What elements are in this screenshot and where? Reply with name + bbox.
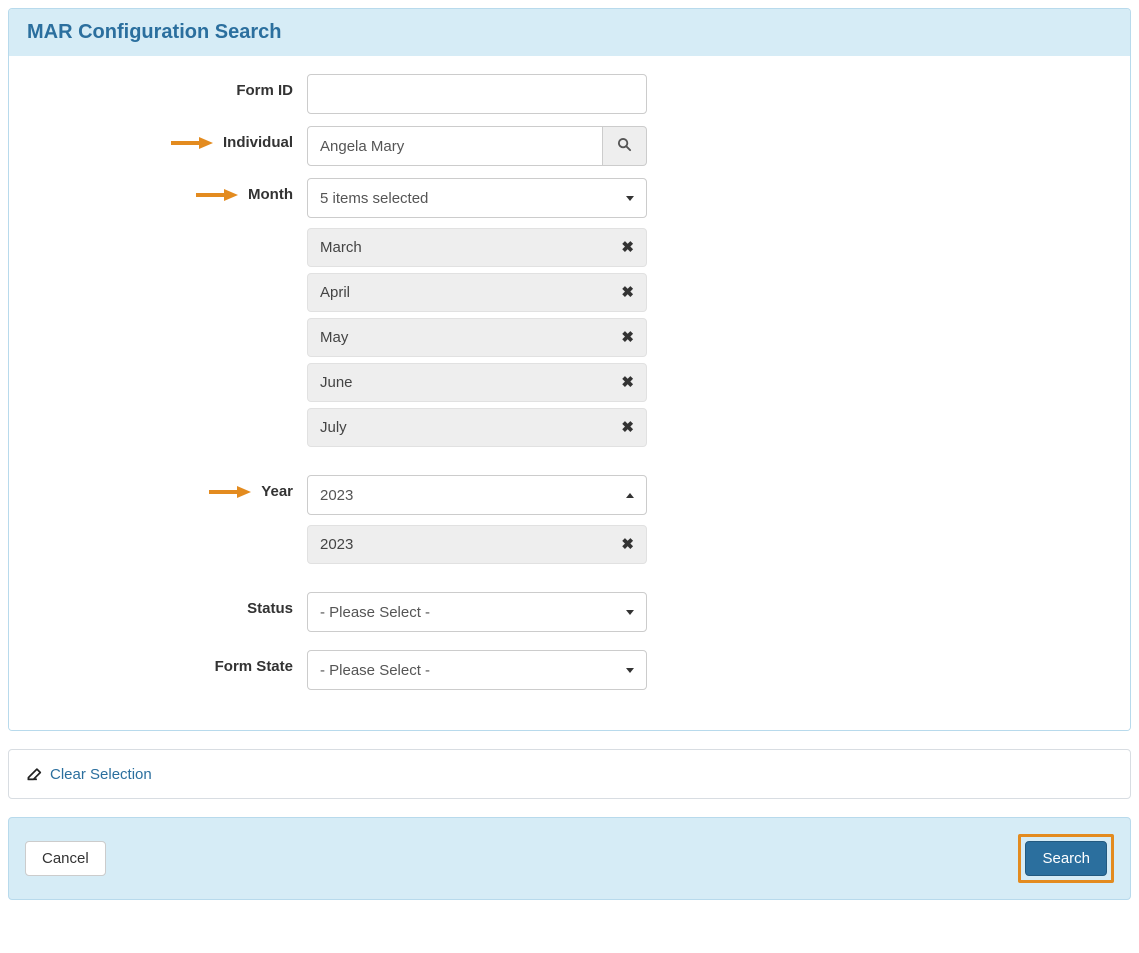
label-status: Status [247,600,293,617]
dropdown-month-text: 5 items selected [320,190,428,207]
chip-label: June [320,374,353,391]
caret-down-icon [626,610,634,615]
eraser-icon [25,764,42,784]
month-chips: March ✖ April ✖ May ✖ June ✖ [307,228,647,447]
chip-month: March ✖ [307,228,647,267]
input-individual[interactable] [307,126,603,166]
arrow-icon [196,188,238,202]
footer-actions: Cancel Search [8,817,1131,900]
arrow-icon [171,136,213,150]
panel-title: MAR Configuration Search [9,9,1130,56]
remove-icon[interactable]: ✖ [621,285,634,300]
clear-selection-bar: Clear Selection [8,749,1131,799]
row-status: Status - Please Select - [27,592,1112,632]
dropdown-year[interactable]: 2023 [307,475,647,515]
chip-label: July [320,419,347,436]
row-individual: Individual [27,126,1112,166]
chip-label: April [320,284,350,301]
row-form-id: Form ID [27,74,1112,114]
search-panel: MAR Configuration Search Form ID Individ… [8,8,1131,731]
label-form-state: Form State [215,658,293,675]
dropdown-status[interactable]: - Please Select - [307,592,647,632]
chip-label: March [320,239,362,256]
row-form-state: Form State - Please Select - [27,650,1112,690]
caret-down-icon [626,668,634,673]
clear-selection-link[interactable]: Clear Selection [50,766,152,783]
chip-month: May ✖ [307,318,647,357]
remove-icon[interactable]: ✖ [621,240,634,255]
chip-label: May [320,329,348,346]
chip-label: 2023 [320,536,353,553]
search-button[interactable]: Search [1025,841,1107,876]
input-form-id[interactable] [307,74,647,114]
remove-icon[interactable]: ✖ [621,537,634,552]
search-icon [617,137,632,155]
chip-month: July ✖ [307,408,647,447]
dropdown-form-state-text: - Please Select - [320,662,430,679]
cancel-button[interactable]: Cancel [25,841,106,876]
row-month: Month 5 items selected March ✖ April ✖ [27,178,1112,453]
caret-up-icon [626,493,634,498]
row-year: Year 2023 2023 ✖ [27,475,1112,570]
chip-month: April ✖ [307,273,647,312]
label-individual: Individual [223,134,293,151]
remove-icon[interactable]: ✖ [621,375,634,390]
label-year: Year [261,483,293,500]
dropdown-month[interactable]: 5 items selected [307,178,647,218]
dropdown-year-text: 2023 [320,487,353,504]
chip-year: 2023 ✖ [307,525,647,564]
chip-month: June ✖ [307,363,647,402]
year-chips: 2023 ✖ [307,525,647,564]
panel-body: Form ID Individual [9,56,1130,730]
remove-icon[interactable]: ✖ [621,420,634,435]
lookup-individual-button[interactable] [603,126,647,166]
dropdown-status-text: - Please Select - [320,604,430,621]
label-month: Month [248,186,293,203]
dropdown-form-state[interactable]: - Please Select - [307,650,647,690]
remove-icon[interactable]: ✖ [621,330,634,345]
caret-down-icon [626,196,634,201]
arrow-icon [209,485,251,499]
search-highlight: Search [1018,834,1114,883]
label-form-id: Form ID [236,82,293,99]
